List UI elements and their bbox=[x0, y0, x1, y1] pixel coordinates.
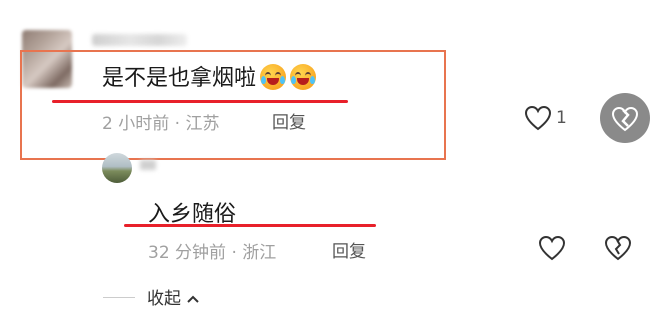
comment-text: 是不是也拿烟啦 bbox=[102, 60, 317, 92]
collapse-divider bbox=[103, 297, 135, 298]
crying-laughing-emoji-icon bbox=[290, 64, 317, 90]
reply-time: 32 分钟前 bbox=[148, 243, 227, 263]
meta-separator: · bbox=[231, 243, 237, 263]
reply-meta: 32 分钟前 · 浙江 bbox=[148, 238, 276, 263]
reply-username-blurred[interactable] bbox=[140, 160, 156, 170]
comment-body: 是不是也拿烟啦 bbox=[102, 66, 257, 91]
username-blurred[interactable] bbox=[92, 34, 187, 46]
reply-button[interactable]: 回复 bbox=[332, 237, 366, 262]
comment-time: 2 小时前 bbox=[102, 114, 170, 134]
red-underline bbox=[124, 224, 376, 227]
heart-icon[interactable] bbox=[538, 235, 566, 265]
reply-avatar[interactable] bbox=[102, 153, 132, 183]
collapse-button[interactable]: 收起 bbox=[147, 284, 200, 309]
chevron-up-icon bbox=[186, 289, 200, 309]
like-count: 1 bbox=[556, 108, 567, 128]
broken-heart-chevron-icon bbox=[611, 106, 639, 132]
meta-separator: · bbox=[174, 114, 181, 134]
heart-icon[interactable] bbox=[524, 105, 552, 135]
collapse-label: 收起 bbox=[147, 289, 181, 309]
red-underline bbox=[52, 100, 348, 103]
broken-heart-icon[interactable] bbox=[604, 235, 632, 265]
reply-button[interactable]: 回复 bbox=[272, 108, 306, 133]
reply-location: 浙江 bbox=[242, 243, 277, 263]
comment-meta: 2 小时前 · 江苏 bbox=[102, 109, 219, 134]
crying-laughing-emoji-icon bbox=[260, 64, 287, 90]
comment-location: 江苏 bbox=[185, 114, 220, 134]
next-button[interactable] bbox=[600, 93, 650, 143]
